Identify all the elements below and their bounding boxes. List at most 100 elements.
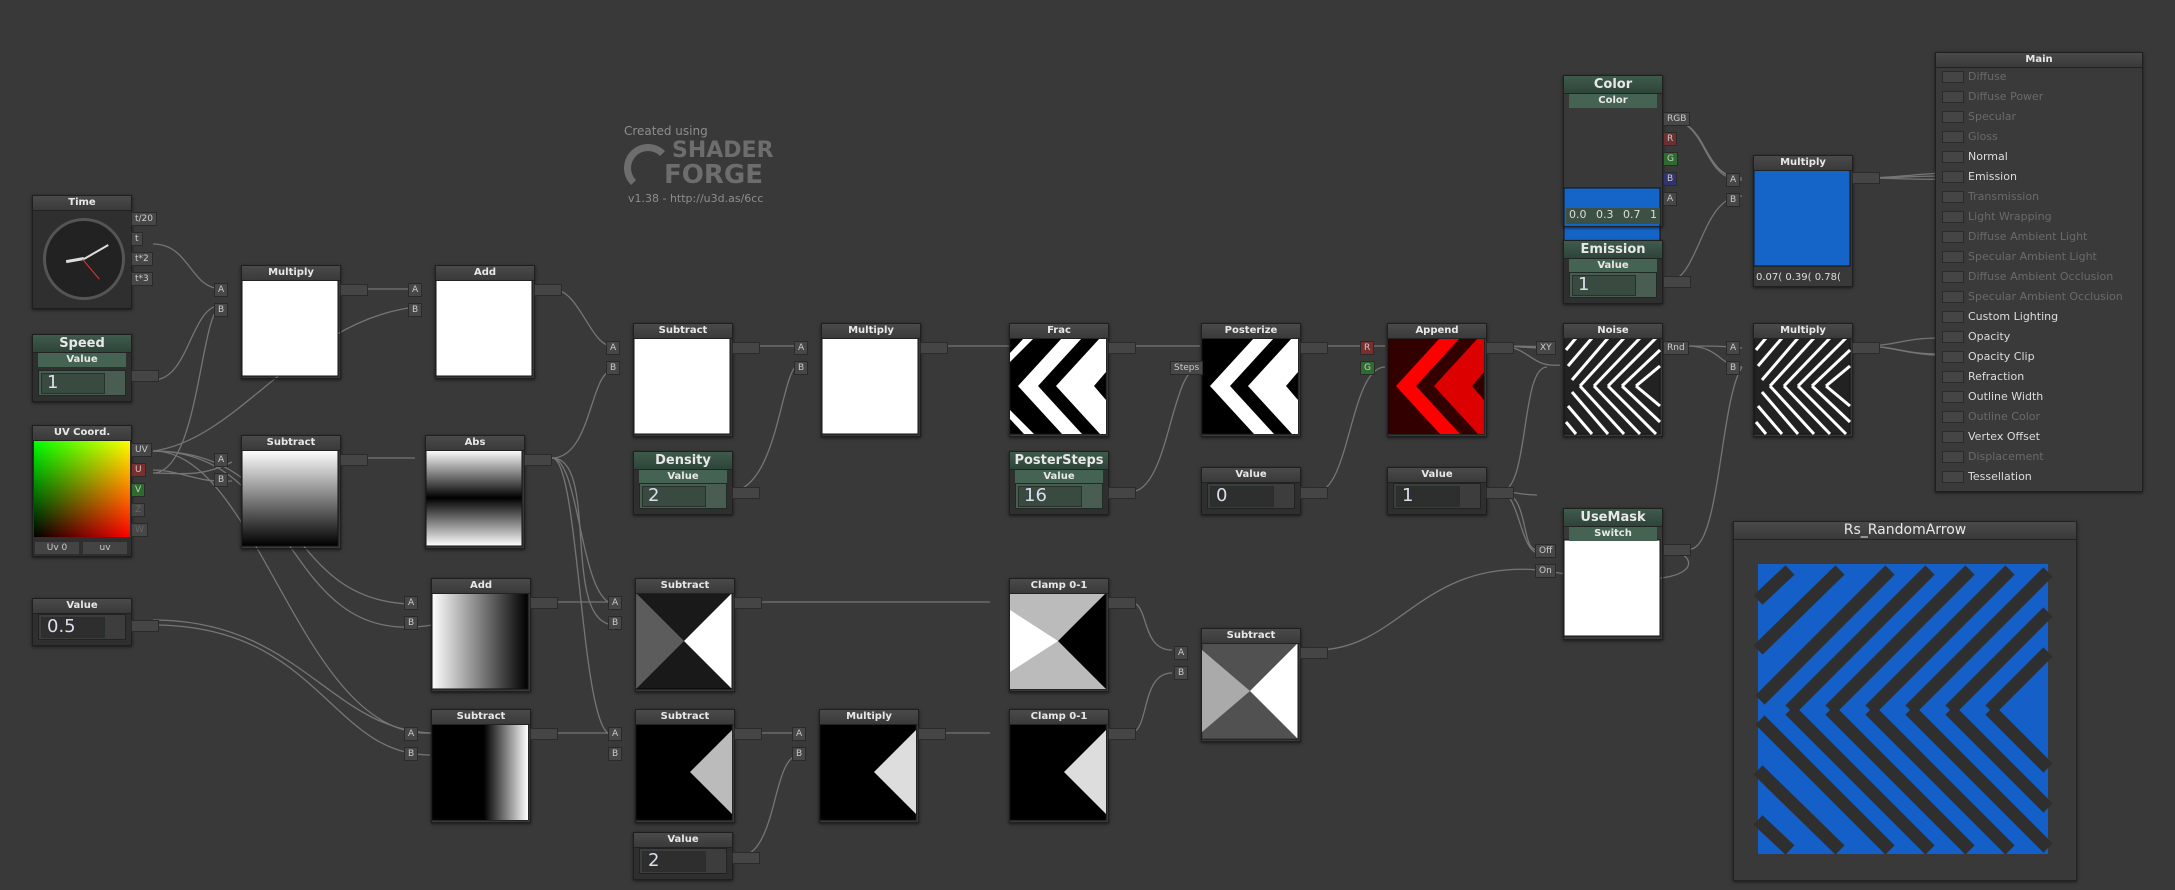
multiply4-in-a[interactable]: A xyxy=(792,727,807,741)
main-input-outline-color[interactable]: Outline Color xyxy=(1936,407,2142,427)
append-in-g[interactable]: G xyxy=(1360,361,1375,375)
subtract3-in-b[interactable]: B xyxy=(608,616,623,630)
uv-channel-select[interactable]: Uv 0 xyxy=(35,542,79,554)
usemask-out[interactable] xyxy=(1663,544,1691,556)
value2-out[interactable] xyxy=(732,852,760,864)
main-input-outline-width[interactable]: Outline Width xyxy=(1936,387,2142,407)
subtract4-in-a[interactable]: A xyxy=(404,727,419,741)
subtract1-node[interactable]: Subtract xyxy=(241,435,341,549)
subtract4-in-b[interactable]: B xyxy=(404,747,419,761)
multiply4-in-b[interactable]: B xyxy=(792,747,807,761)
multiply1-node[interactable]: Multiply xyxy=(241,265,341,379)
half-out[interactable] xyxy=(131,620,159,632)
add1-in-a[interactable]: A xyxy=(408,283,423,297)
noise-in-xy[interactable]: XY xyxy=(1536,341,1556,355)
density-node[interactable]: Density Value 2 xyxy=(633,451,733,515)
color-out-r[interactable]: R xyxy=(1663,132,1678,146)
main-input-diffuse-ambient-light[interactable]: Diffuse Ambient Light xyxy=(1936,227,2142,247)
emission-out[interactable] xyxy=(1663,276,1691,288)
append-out[interactable] xyxy=(1486,342,1514,354)
subtract2-node[interactable]: Subtract xyxy=(633,323,733,437)
color-out-a[interactable]: A xyxy=(1663,192,1678,206)
subtract2-in-b[interactable]: B xyxy=(606,361,621,375)
uv-out-v[interactable]: V xyxy=(131,483,146,497)
multiply3-in-b[interactable]: B xyxy=(1726,361,1741,375)
value1-field[interactable]: 1 xyxy=(1393,483,1481,509)
color-a-value[interactable]: 1 xyxy=(1650,208,1657,221)
add1-node[interactable]: Add xyxy=(435,265,535,379)
time-out-t[interactable]: t xyxy=(131,232,143,246)
multiply1-in-a[interactable]: A xyxy=(214,283,229,297)
color-out-g[interactable]: G xyxy=(1663,152,1678,166)
subtract2-in-a[interactable]: A xyxy=(606,341,621,355)
posterize-in-steps[interactable]: Steps xyxy=(1170,361,1204,375)
main-input-opacity[interactable]: Opacity xyxy=(1936,327,2142,347)
add2-in-b[interactable]: B xyxy=(404,616,419,630)
uv-out-z[interactable]: Z xyxy=(131,503,146,517)
main-input-tessellation[interactable]: Tessellation xyxy=(1936,467,2142,487)
usemask-in-on[interactable]: On xyxy=(1535,564,1556,578)
main-input-transmission[interactable]: Transmission xyxy=(1936,187,2142,207)
time-out-t3[interactable]: t*3 xyxy=(131,272,153,286)
append-node[interactable]: Append xyxy=(1387,323,1487,437)
value0-out[interactable] xyxy=(1300,487,1328,499)
color-out-b[interactable]: B xyxy=(1663,172,1678,186)
multiply5-out[interactable] xyxy=(1852,172,1880,184)
density-out[interactable] xyxy=(732,487,760,499)
main-input-refraction[interactable]: Refraction xyxy=(1936,367,2142,387)
postersteps-node[interactable]: PosterSteps Value 16 xyxy=(1009,451,1109,515)
subtract6-in-a[interactable]: A xyxy=(1174,646,1189,660)
clamp2-out[interactable] xyxy=(1108,728,1136,740)
time-node[interactable]: Time xyxy=(32,195,132,309)
color-out-rgb[interactable]: RGB xyxy=(1663,112,1691,126)
posterize-out[interactable] xyxy=(1300,342,1328,354)
value0-field[interactable]: 0 xyxy=(1207,483,1295,509)
color-g-value[interactable]: 0.3 xyxy=(1596,208,1614,221)
main-input-specular-ambient-light[interactable]: Specular Ambient Light xyxy=(1936,247,2142,267)
speed-node[interactable]: Speed Value 1 xyxy=(32,334,132,402)
add2-node[interactable]: Add xyxy=(431,578,531,692)
add1-in-b[interactable]: B xyxy=(408,303,423,317)
frac-out[interactable] xyxy=(1108,342,1136,354)
uv-coord-node[interactable]: UV Coord. Uv 0 uv xyxy=(32,425,132,557)
clamp1-node[interactable]: Clamp 0-1 xyxy=(1009,578,1109,692)
multiply5-node[interactable]: Multiply 0.07( 0.39( 0.78( xyxy=(1753,155,1853,287)
add2-in-a[interactable]: A xyxy=(404,596,419,610)
color-r-value[interactable]: 0.0 xyxy=(1569,208,1587,221)
multiply2-out[interactable] xyxy=(920,342,948,354)
multiply2-in-b[interactable]: B xyxy=(794,361,809,375)
main-input-displacement[interactable]: Displacement xyxy=(1936,447,2142,467)
multiply3-node[interactable]: Multiply xyxy=(1753,323,1853,437)
clamp1-out[interactable] xyxy=(1108,597,1136,609)
main-input-gloss[interactable]: Gloss xyxy=(1936,127,2142,147)
subtract5-out[interactable] xyxy=(734,728,762,740)
main-input-custom-lighting[interactable]: Custom Lighting xyxy=(1936,307,2142,327)
usemask-in-off[interactable]: Off xyxy=(1535,544,1557,558)
noise-out-rnd[interactable]: Rnd xyxy=(1663,341,1689,355)
multiply5-in-b[interactable]: B xyxy=(1726,193,1741,207)
color-b-value[interactable]: 0.7 xyxy=(1623,208,1641,221)
main-node[interactable]: Main Diffuse Diffuse Power Specular Glos… xyxy=(1935,52,2143,492)
subtract6-node[interactable]: Subtract xyxy=(1201,628,1301,742)
main-input-emission[interactable]: Emission xyxy=(1936,167,2142,187)
subtract5-node[interactable]: Subtract xyxy=(635,709,735,823)
subtract3-node[interactable]: Subtract xyxy=(635,578,735,692)
uv-out-w[interactable]: W xyxy=(131,523,148,537)
main-input-diffuse-ambient-occlusion[interactable]: Diffuse Ambient Occlusion xyxy=(1936,267,2142,287)
speed-value-field[interactable]: 1 xyxy=(38,370,126,396)
main-input-diffuse-power[interactable]: Diffuse Power xyxy=(1936,87,2142,107)
emission-node[interactable]: Emission Value 1 xyxy=(1563,240,1663,304)
postersteps-out[interactable] xyxy=(1108,487,1136,499)
multiply2-in-a[interactable]: A xyxy=(794,341,809,355)
subtract6-out[interactable] xyxy=(1300,647,1328,659)
multiply3-out[interactable] xyxy=(1852,342,1880,354)
subtract3-out[interactable] xyxy=(734,597,762,609)
subtract4-out[interactable] xyxy=(530,728,558,740)
uv-out-u[interactable]: U xyxy=(131,463,146,477)
uv-out-uv[interactable]: UV xyxy=(131,443,152,457)
subtract3-in-a[interactable]: A xyxy=(608,596,623,610)
value2-field[interactable]: 2 xyxy=(639,848,727,874)
value2-node[interactable]: Value 2 xyxy=(633,832,733,880)
main-input-diffuse[interactable]: Diffuse xyxy=(1936,67,2142,87)
multiply4-out[interactable] xyxy=(918,728,946,740)
